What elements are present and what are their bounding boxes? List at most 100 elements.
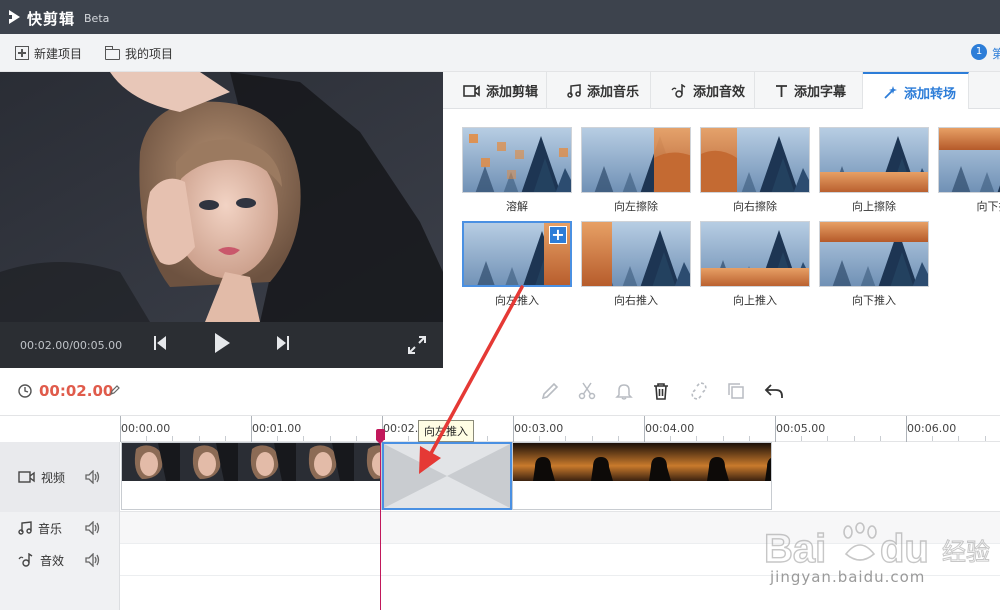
transition-label: 向左擦除 xyxy=(614,200,658,213)
tab-add-sfx[interactable]: 添加音效 xyxy=(651,72,755,109)
ruler-minor-tick xyxy=(408,436,410,441)
transition-thumb xyxy=(819,127,929,193)
track-label: 视频 xyxy=(41,470,66,485)
transition-label: 向左推入 xyxy=(495,294,539,307)
ruler-minor-tick xyxy=(172,436,174,441)
delete-trash-icon[interactable] xyxy=(652,382,670,400)
transition-label: 向上推入 xyxy=(733,294,777,307)
track-header-music: 音乐 xyxy=(0,512,120,544)
app-beta-badge: Beta xyxy=(84,12,110,25)
undo-icon[interactable] xyxy=(764,382,784,400)
clip-frame xyxy=(180,443,238,481)
pencil-icon[interactable] xyxy=(541,382,559,400)
skip-back-icon[interactable] xyxy=(153,335,167,351)
ruler-minor-tick xyxy=(303,436,305,441)
ruler-minor-tick xyxy=(565,436,567,441)
track-label: 音乐 xyxy=(38,521,63,536)
player-controls: 00:02.00/00:05.00 xyxy=(0,322,443,368)
tab-add-transition[interactable]: 添加转场 xyxy=(863,72,969,110)
tab-add-subtitle[interactable]: 添加字幕 xyxy=(755,72,863,109)
transition-thumb xyxy=(938,127,1000,193)
new-project-icon xyxy=(15,46,29,60)
transition-push-up[interactable]: 向上推入 xyxy=(700,221,810,308)
copy-icon[interactable] xyxy=(727,382,745,400)
ruler-minor-tick xyxy=(329,436,331,441)
transition-push-left[interactable]: + 向左推入 xyxy=(462,221,572,308)
folder-icon xyxy=(105,45,120,60)
notification-link[interactable]: 第 xyxy=(992,45,1000,62)
tab-label: 添加音效 xyxy=(693,85,746,100)
new-project-button[interactable]: 新建项目 xyxy=(15,45,82,61)
app-title: 快剪辑 xyxy=(27,10,76,28)
volume-icon[interactable] xyxy=(85,553,101,567)
my-project-label: 我的项目 xyxy=(125,46,174,61)
feature-tabs: 添加剪辑 添加音乐 添加音效 添加字幕 添加转场 xyxy=(443,72,1000,110)
transition-thumb xyxy=(581,127,691,193)
tab-label: 添加转场 xyxy=(904,86,957,102)
fullscreen-icon[interactable] xyxy=(408,336,426,354)
preview-frame-image xyxy=(0,72,443,322)
ruler-tick-label: 00:06.00 xyxy=(907,422,957,435)
transition-push-down[interactable]: 向下推入 xyxy=(819,221,929,308)
ruler-minor-tick xyxy=(879,436,881,441)
transition-label: 向下推入 xyxy=(852,294,896,307)
unlink-icon[interactable] xyxy=(690,382,708,400)
clip-frame xyxy=(513,443,571,481)
volume-icon[interactable] xyxy=(85,470,101,484)
transition-label: 向右擦除 xyxy=(733,200,777,213)
clip-frame xyxy=(354,443,381,481)
ruler-minor-tick xyxy=(224,436,226,441)
ruler-tick-label: 00:03.00 xyxy=(514,422,564,435)
clip-frame xyxy=(629,443,687,481)
scissors-icon[interactable] xyxy=(578,382,596,400)
clip-frame xyxy=(296,443,354,481)
my-project-button[interactable]: 我的项目 xyxy=(105,45,173,61)
music-note-icon xyxy=(567,83,581,98)
tab-add-music[interactable]: 添加音乐 xyxy=(547,72,651,109)
transition-push-right[interactable]: 向右推入 xyxy=(581,221,691,308)
svg-text:验: 验 xyxy=(966,538,990,566)
ruler-minor-tick xyxy=(591,436,593,441)
transition-wipe-down[interactable]: 向下擦 xyxy=(938,127,1000,214)
music-note-icon xyxy=(18,521,32,535)
ruler-minor-tick xyxy=(277,436,279,441)
bell-icon[interactable] xyxy=(615,382,633,400)
skip-forward-icon[interactable] xyxy=(276,335,290,351)
edit-pencil-icon[interactable] xyxy=(110,385,120,395)
transition-tooltip: 向左推入 xyxy=(418,420,474,442)
transition-thumb: + xyxy=(462,221,572,287)
timeline-ruler[interactable]: 00:00.00 00:01.00 00:02.0 00:03.00 00:04.00 0… xyxy=(120,416,1000,442)
volume-icon[interactable] xyxy=(85,521,101,535)
playback-time: 00:02.00/00:05.00 xyxy=(20,339,123,352)
ruler-minor-tick xyxy=(670,436,672,441)
transition-dissolve[interactable]: 溶解 xyxy=(462,127,572,214)
video-clip-portrait[interactable] xyxy=(121,442,382,510)
video-clip-silhouette[interactable] xyxy=(512,442,772,510)
ruler-minor-tick xyxy=(539,436,541,441)
ruler-minor-tick xyxy=(198,436,200,441)
add-transition-plus-icon[interactable]: + xyxy=(549,226,567,244)
transition-wipe-up[interactable]: 向上擦除 xyxy=(819,127,929,214)
track-header-empty xyxy=(0,576,120,610)
transition-wipe-left[interactable]: 向左擦除 xyxy=(581,127,691,214)
tab-add-clip[interactable]: 添加剪辑 xyxy=(443,72,547,109)
ruler-minor-tick xyxy=(748,436,750,441)
app-logo-icon xyxy=(9,10,20,24)
play-icon[interactable] xyxy=(213,332,231,354)
edit-bar: 00:02.00 xyxy=(0,368,1000,416)
ruler-minor-tick xyxy=(355,436,357,441)
timeline-transition-block[interactable] xyxy=(382,442,512,510)
ruler-minor-tick xyxy=(932,436,934,441)
transition-label: 向右推入 xyxy=(614,294,658,307)
ruler-tick-label: 00:00.00 xyxy=(121,422,171,435)
clip-frames xyxy=(122,443,381,481)
ruler-tick-label: 00:04.00 xyxy=(645,422,695,435)
transition-wipe-right[interactable]: 向右擦除 xyxy=(700,127,810,214)
notification-badge[interactable]: 1 xyxy=(971,44,987,60)
svg-text:du: du xyxy=(880,527,929,571)
tab-label: 添加字幕 xyxy=(794,85,847,100)
clip-frame xyxy=(571,443,629,481)
playhead-handle[interactable] xyxy=(376,429,385,444)
clip-frame xyxy=(745,443,771,481)
text-t-icon xyxy=(776,84,787,97)
